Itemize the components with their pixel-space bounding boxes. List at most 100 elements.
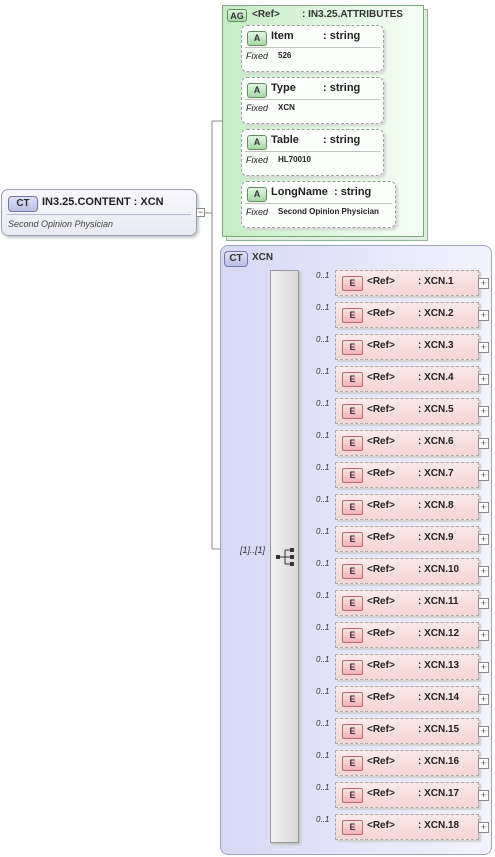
complex-type-name: XCN [252,252,274,263]
element-icon: E [342,820,363,835]
element-name: : XCN.10 [418,564,460,575]
element-row[interactable]: E <Ref> : XCN.3 [335,334,479,360]
fixed-value: XCN [278,103,295,112]
fixed-value: HL70010 [278,155,311,164]
occurrence-label: 0..1 [316,623,330,632]
attribute-icon: A [247,83,267,98]
expand-toggle[interactable]: + [478,758,489,769]
attribute-name: Table [271,134,299,146]
occurrence-label: 0..1 [316,655,330,664]
element-row[interactable]: E <Ref>: XCN.5 [335,398,479,424]
element-row[interactable]: E <Ref>: XCN.8 [335,494,479,520]
element-name: : XCN.5 [418,404,454,415]
element-ref: <Ref> [367,820,395,831]
occurrence-label: 0..1 [316,431,330,440]
occurrence-label: 0..1 [316,687,330,696]
attribute-icon: A [247,31,267,46]
element-name: : XCN.9 [418,532,454,543]
attribute-group-ref: <Ref> [252,9,280,20]
expand-toggle[interactable]: + [478,694,489,705]
attribute-item[interactable]: A Item : string Fixed 526 [241,25,384,72]
attribute-group-name: : IN3.25.ATTRIBUTES [302,9,403,20]
element-row[interactable]: E <Ref>: XCN.17 [335,782,479,808]
element-icon: E [342,404,363,419]
element-ref: <Ref> [367,340,395,351]
element-name: : XCN.17 [418,788,460,799]
element-icon: E [342,788,363,803]
element-icon: E [342,276,363,291]
element-row[interactable]: E <Ref>: XCN.16 [335,750,479,776]
root-complex-type[interactable]: CT IN3.25.CONTENT : XCN Second Opinion P… [1,189,197,236]
element-icon: E [342,628,363,643]
element-row[interactable]: E <Ref>: XCN.18 [335,814,479,840]
element-icon: E [342,660,363,675]
occurrence-label: 0..1 [316,815,330,824]
expand-toggle[interactable]: + [478,310,489,321]
expand-toggle[interactable]: + [478,534,489,545]
expand-toggle[interactable]: + [478,726,489,737]
element-name: : XCN.7 [418,468,454,479]
expand-toggle[interactable]: + [478,278,489,289]
expand-toggle[interactable]: + [478,790,489,801]
element-row[interactable]: E <Ref>: XCN.9 [335,526,479,552]
occurrence-label: 0..1 [316,367,330,376]
element-name: : XCN.15 [418,724,460,735]
element-name: : XCN.3 [418,340,454,351]
element-name: : XCN.14 [418,692,460,703]
element-row[interactable]: E <Ref>: XCN.6 [335,430,479,456]
expand-toggle[interactable]: + [478,406,489,417]
attribute-table[interactable]: A Table : string Fixed HL70010 [241,129,384,176]
attribute-type-field[interactable]: A Type : string Fixed XCN [241,77,384,124]
element-name: : XCN.2 [418,308,454,319]
element-ref: <Ref> [367,660,395,671]
element-row[interactable]: E <Ref>: XCN.15 [335,718,479,744]
element-row[interactable]: E <Ref>: XCN.12 [335,622,479,648]
element-row[interactable]: E <Ref>: XCN.11 [335,590,479,616]
attribute-longname[interactable]: A LongName : string Fixed Second Opinion… [241,181,396,228]
element-name: : XCN.11 [418,596,459,607]
element-row[interactable]: E <Ref>: XCN.4 [335,366,479,392]
element-icon: E [342,756,363,771]
occurrence-label: 0..1 [316,719,330,728]
expand-toggle[interactable]: + [478,566,489,577]
element-row[interactable]: E <Ref>: XCN.14 [335,686,479,712]
element-icon: E [342,340,363,355]
expand-toggle[interactable]: + [478,822,489,833]
expand-toggle[interactable]: + [478,342,489,353]
element-ref: <Ref> [367,564,395,575]
element-name: : XCN.8 [418,500,454,511]
expand-toggle[interactable]: + [478,374,489,385]
element-ref: <Ref> [367,724,395,735]
element-icon: E [342,468,363,483]
occurrence-label: 0..1 [316,527,330,536]
attribute-name: Item [271,30,294,42]
expand-toggle[interactable]: + [478,630,489,641]
element-name: : XCN.4 [418,372,454,383]
expand-toggle[interactable]: + [478,502,489,513]
element-ref: <Ref> [367,308,395,319]
occurrence-label: 0..1 [316,559,330,568]
element-ref: <Ref> [367,628,395,639]
attribute-icon: A [247,187,267,202]
cardinality-label: [1]..[1] [240,545,266,555]
element-row[interactable]: E <Ref>: XCN.13 [335,654,479,680]
expand-toggle[interactable]: + [478,662,489,673]
element-name: : XCN.16 [418,756,460,767]
attribute-type: : string [323,30,361,42]
element-ref: <Ref> [367,500,395,511]
element-row[interactable]: E <Ref>: XCN.10 [335,558,479,584]
fixed-label: Fixed [246,51,269,61]
occurrence-label: 0..1 [316,463,330,472]
attribute-icon: A [247,135,267,150]
expand-toggle[interactable]: + [478,470,489,481]
element-row[interactable]: E <Ref>: XCN.7 [335,462,479,488]
element-ref: <Ref> [367,692,395,703]
element-row[interactable]: E <Ref>: XCN.1 [335,270,479,296]
divider [7,214,191,215]
expand-toggle[interactable]: + [478,598,489,609]
element-name: : XCN.6 [418,436,454,447]
collapse-toggle[interactable]: − [196,208,205,217]
expand-toggle[interactable]: + [478,438,489,449]
element-row[interactable]: E <Ref>: XCN.2 [335,302,479,328]
divider [245,47,380,48]
